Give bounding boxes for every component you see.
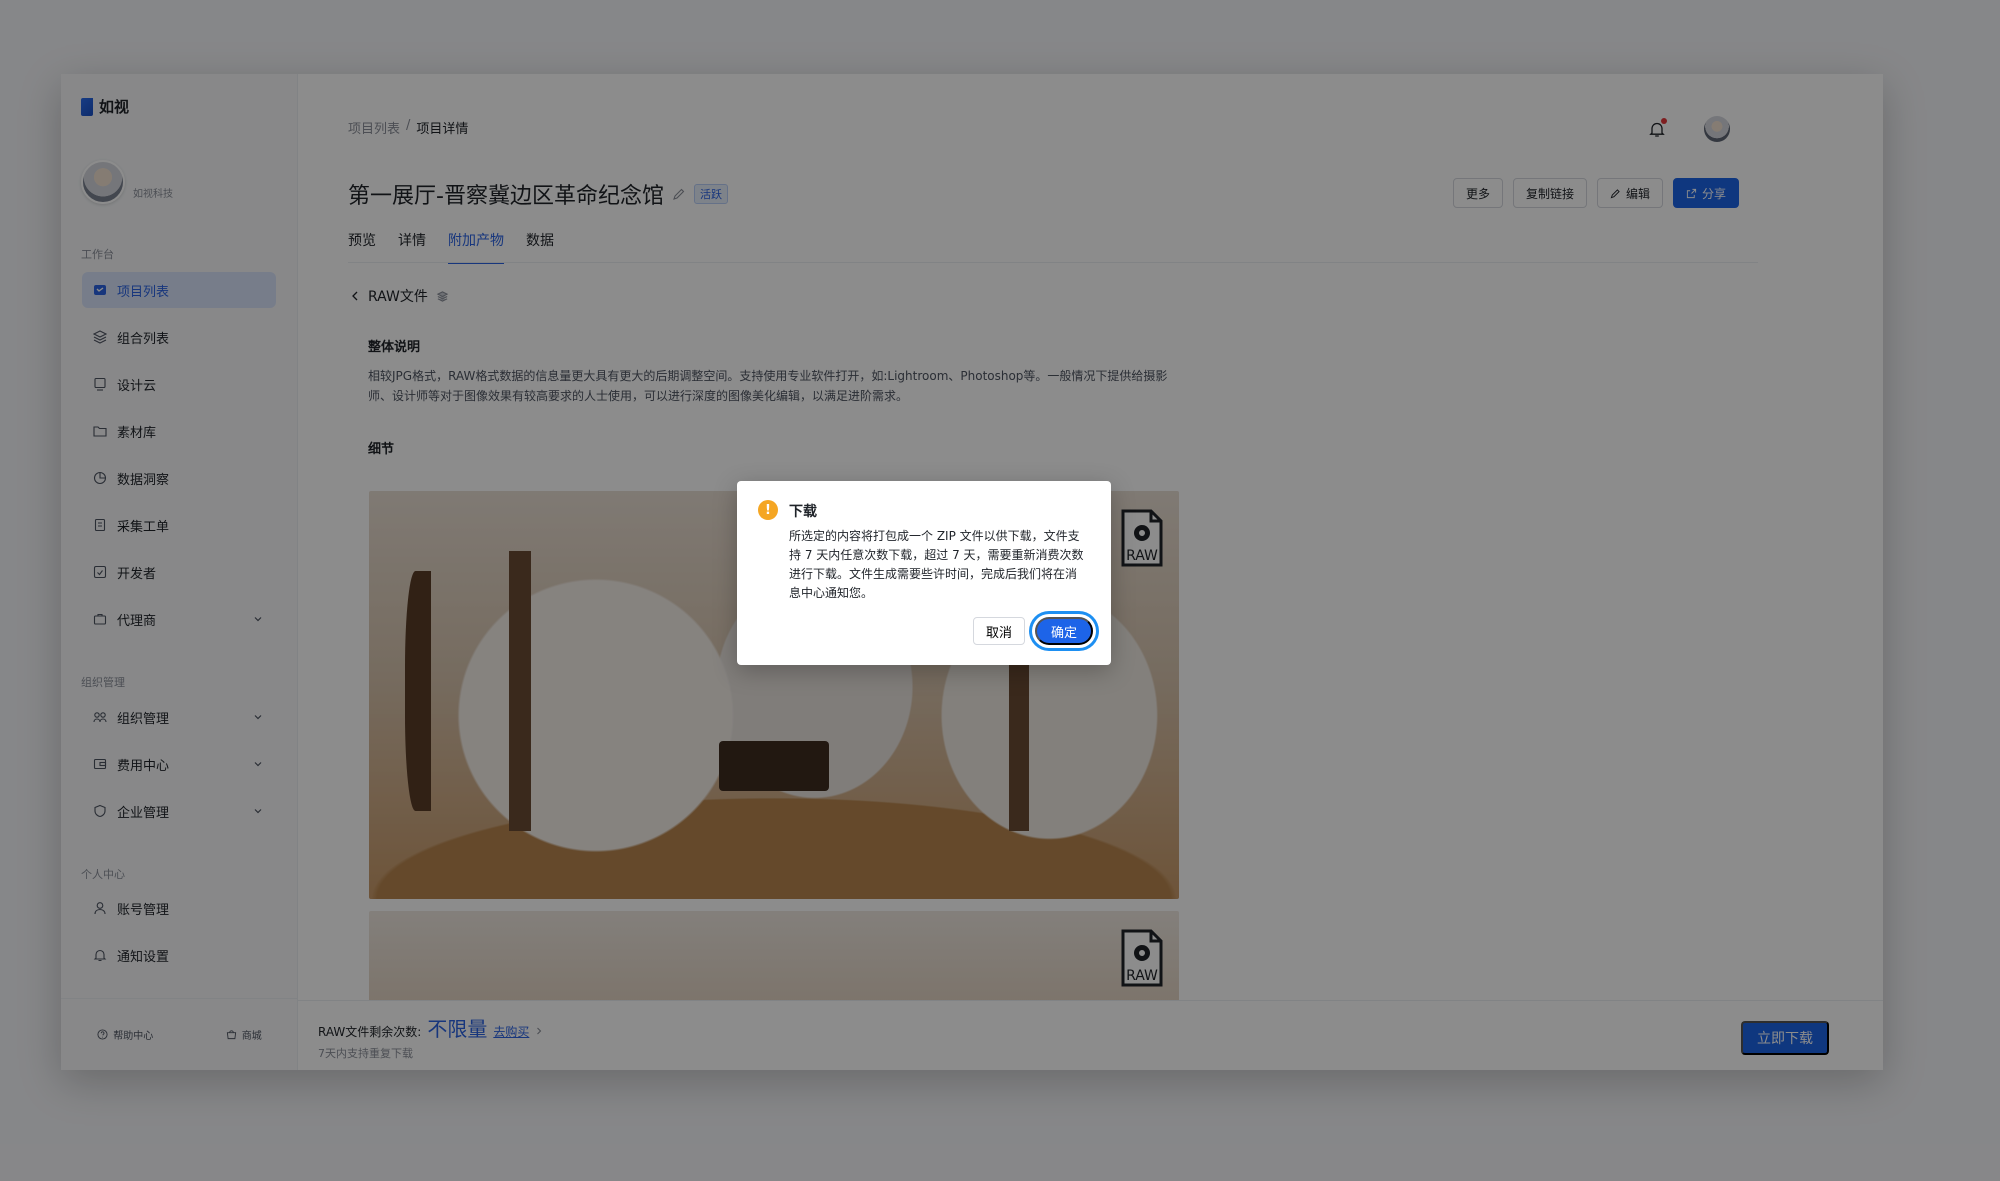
confirm-button[interactable]: 确定 — [1034, 617, 1093, 645]
dialog-message: 所选定的内容将打包成一个 ZIP 文件以供下载，文件支持 7 天内任意次数下载，… — [789, 529, 1084, 600]
download-dialog: ! 下载 所选定的内容将打包成一个 ZIP 文件以供下载，文件支持 7 天内任意… — [737, 481, 1111, 665]
dialog-title: 下载 — [789, 504, 817, 520]
cancel-button[interactable]: 取消 — [972, 617, 1025, 645]
dialog-actions: 取消 确定 — [972, 617, 1093, 645]
warning-icon: ! — [758, 500, 778, 520]
